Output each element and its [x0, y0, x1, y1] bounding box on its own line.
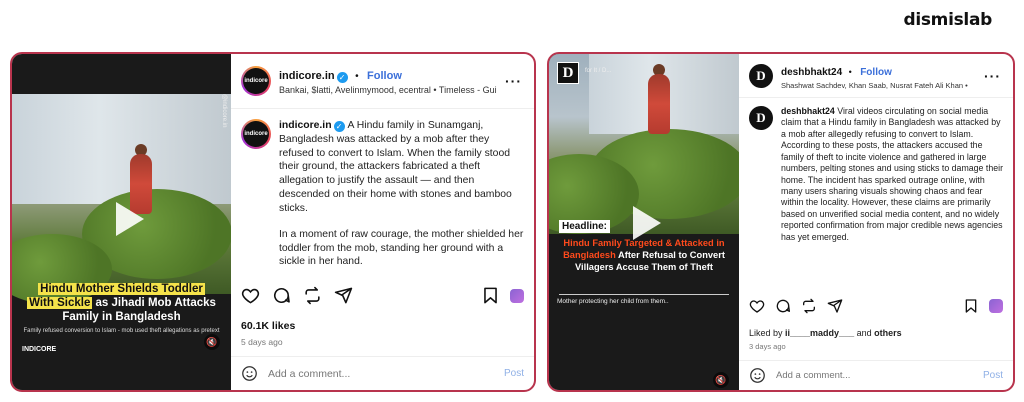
post-header: D deshbhakt24 • Follow Shashwat Sachdev,… — [739, 54, 1013, 98]
follow-button[interactable]: Follow — [860, 67, 892, 78]
post-sidebar: indicore indicore.in ✓ • Follow Bankai, $… — [231, 54, 534, 390]
divider — [559, 294, 729, 295]
headline-label: Headline: — [559, 220, 611, 233]
video-subcaption: Family refused conversion to Islam - mob… — [23, 328, 220, 334]
post-button[interactable]: Post — [504, 368, 524, 379]
verified-icon: ✓ — [336, 72, 348, 84]
caption-username[interactable]: deshbhakt24 — [781, 106, 835, 116]
play-icon[interactable] — [104, 196, 150, 242]
mute-icon[interactable]: 🔇 — [204, 334, 220, 350]
video-headline: Hindu Mother Shields Toddler With Sickle… — [20, 282, 223, 324]
separator-dot: • — [848, 66, 852, 77]
liked-by[interactable]: Liked by ii____maddy___ and others — [749, 328, 902, 338]
video-top-label: for It / D... — [585, 68, 612, 74]
caption-text: indicore.in ✓ A Hindu family in Sunamganj,… — [279, 119, 524, 269]
post-sidebar: D deshbhakt24 • Follow Shashwat Sachdev,… — [739, 54, 1013, 390]
caption-avatar[interactable]: D — [749, 106, 773, 130]
audio-credits[interactable]: Shashwat Sachdev, Khan Saab, Nusrat Fate… — [781, 81, 968, 90]
follow-button[interactable]: Follow — [367, 70, 402, 82]
caption-section: indicore indicore.in ✓ A Hindu family in S… — [231, 109, 534, 269]
separator-dot: • — [355, 71, 359, 83]
verified-icon: ✓ — [333, 121, 345, 132]
video-watermark: @indicore.in — [221, 94, 227, 128]
caption-username[interactable]: indicore.in — [279, 120, 332, 131]
comment-input[interactable]: Add a comment... — [776, 370, 850, 381]
username[interactable]: deshbhakt24 — [781, 67, 842, 78]
comment-icon[interactable] — [775, 298, 791, 314]
app-icon[interactable] — [510, 288, 524, 303]
action-bar — [241, 286, 524, 305]
video-subcaption: Mother protecting her child from them.. — [557, 298, 669, 305]
share-icon[interactable] — [827, 298, 843, 314]
caption-avatar[interactable]: indicore — [241, 119, 271, 149]
share-icon[interactable] — [334, 286, 353, 305]
post-timestamp: 5 days ago — [241, 337, 283, 347]
caption-paragraph-1: A Hindu family in Sunamganj, Bangladesh … — [279, 120, 512, 214]
video-player[interactable]: @indicore.in Hindu Mother Shields Toddle… — [12, 54, 231, 390]
username[interactable]: indicore.in — [279, 70, 335, 82]
bookmark-icon[interactable] — [963, 298, 979, 314]
emoji-icon[interactable] — [749, 367, 766, 384]
liked-by-user[interactable]: ii____maddy___ — [785, 328, 854, 338]
mute-icon[interactable]: 🔇 — [713, 372, 729, 388]
headline-line1: Hindu Mother Shields Toddler — [38, 283, 205, 295]
avatar[interactable]: indicore — [241, 66, 271, 96]
comment-bar: Add a comment... Post — [739, 360, 1013, 390]
app-icon[interactable] — [989, 299, 1003, 313]
bookmark-icon[interactable] — [481, 286, 500, 305]
video-player[interactable]: D for It / D... Headline: Hindu Family T… — [549, 54, 739, 390]
caption-text: deshbhakt24 Viral videos circulating on … — [781, 106, 1003, 243]
liked-by-others[interactable]: others — [874, 328, 902, 338]
video-frame — [12, 94, 231, 304]
more-options-icon[interactable]: ··· — [984, 68, 1001, 84]
caption-section: D deshbhakt24 Viral videos circulating o… — [739, 98, 1013, 243]
comment-input[interactable]: Add a comment... — [268, 368, 350, 380]
caption-paragraph: Viral videos circulating on social media… — [781, 106, 1004, 242]
video-logo: INDICORE — [22, 346, 57, 353]
like-count[interactable]: 60.1K likes — [241, 320, 295, 332]
post-card-deshbhakt: D for It / D... Headline: Hindu Family T… — [547, 52, 1015, 392]
channel-logo: D — [557, 62, 579, 84]
liked-by-and: and — [854, 328, 875, 338]
audio-credits[interactable]: Bankai, $latti, Avelinmymood, ecentral •… — [279, 85, 497, 96]
post-timestamp: 3 days ago — [749, 342, 786, 351]
more-options-icon[interactable]: ··· — [505, 73, 522, 89]
post-header: indicore indicore.in ✓ • Follow Bankai, $… — [231, 54, 534, 109]
post-button[interactable]: Post — [983, 370, 1003, 381]
comment-bar: Add a comment... Post — [231, 356, 534, 390]
action-bar — [749, 298, 1003, 314]
video-headline: Hindu Family Targeted & Attacked in Bang… — [557, 238, 731, 274]
emoji-icon[interactable] — [241, 365, 258, 382]
comment-icon[interactable] — [272, 286, 291, 305]
repost-icon[interactable] — [801, 298, 817, 314]
repost-icon[interactable] — [303, 286, 322, 305]
dismislab-logo: dismislab — [903, 10, 992, 30]
caption-paragraph-2: In a moment of raw courage, the mother s… — [279, 228, 524, 268]
heart-icon[interactable] — [241, 286, 260, 305]
avatar[interactable]: D — [749, 63, 773, 88]
liked-by-prefix: Liked by — [749, 328, 786, 338]
heart-icon[interactable] — [749, 298, 765, 314]
headline-highlight: With Sickle — [27, 297, 93, 310]
post-card-indicore: @indicore.in Hindu Mother Shields Toddle… — [10, 52, 536, 392]
